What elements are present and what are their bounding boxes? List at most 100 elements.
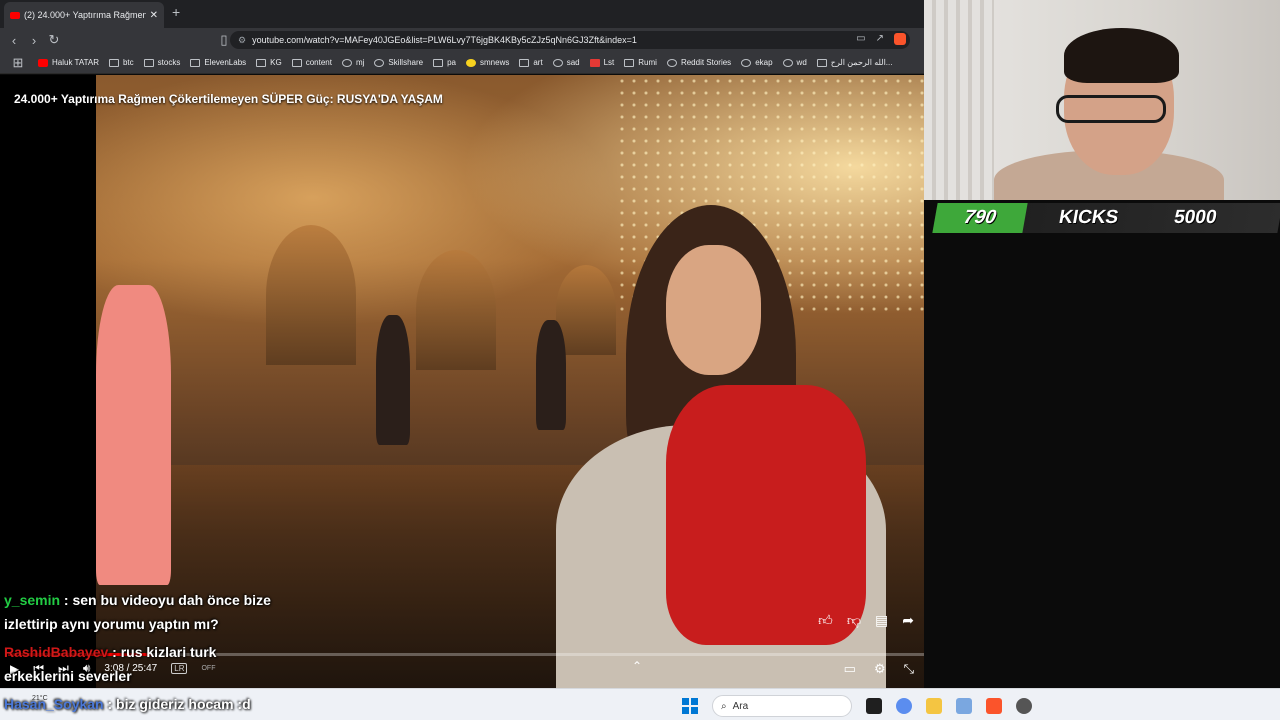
curtain xyxy=(924,0,994,200)
task-view-icon[interactable] xyxy=(866,698,882,714)
bookmark-item[interactable]: KG xyxy=(256,58,282,67)
bookmark-item[interactable]: Lst xyxy=(589,58,614,67)
overlay-side-panel xyxy=(1180,233,1280,688)
kicks-goal-bar: 790 KICKS 5000 xyxy=(932,203,1280,233)
chat-username: RashidBabayev xyxy=(4,644,109,660)
pedestrian xyxy=(376,315,410,445)
video-actions: 👍︎ 👎︎ ▤ ➦ xyxy=(818,612,914,629)
windows-start-icon[interactable] xyxy=(682,698,698,714)
site-info-icon[interactable]: ⚙ xyxy=(238,35,246,46)
apps-grid-icon[interactable]: ⊞ xyxy=(8,55,28,71)
youtube-icon xyxy=(10,11,20,19)
share-icon[interactable]: ➦ xyxy=(902,612,914,629)
elevenlabs-icon xyxy=(190,58,201,67)
chat-text: : sen bu videoyu dah önce bize xyxy=(60,592,271,608)
chat-text: : biz gideriz hocam :d xyxy=(103,696,251,712)
copilot-icon[interactable] xyxy=(896,698,912,714)
bookmark-item[interactable]: pa xyxy=(433,58,456,67)
s-logo-icon xyxy=(589,58,600,67)
shop-arch xyxy=(266,225,356,365)
chat-message: y_semin : sen bu videoyu dah önce bize xyxy=(4,592,271,608)
bookmark-item[interactable]: sad xyxy=(552,58,580,67)
new-tab-button[interactable]: + xyxy=(172,4,180,20)
chevron-up-icon[interactable]: ⌃ xyxy=(632,659,642,673)
brave-shield-icon[interactable] xyxy=(894,33,906,45)
github-icon xyxy=(341,58,352,67)
bookmark-item[interactable]: Skillshare xyxy=(374,58,423,67)
skillshare-icon xyxy=(374,58,385,67)
taskbar-search[interactable]: ⌕ Ara xyxy=(712,695,852,717)
browser-tabbar: (2) 24.000+ Yaptırıma Rağmen... ✕ + xyxy=(0,0,924,28)
dislike-icon[interactable]: 👎︎ xyxy=(847,612,861,629)
like-icon[interactable]: 👍︎ xyxy=(818,612,833,629)
captions-state: OFF xyxy=(201,665,216,672)
chat-message: Hasan_Soykan : biz gideriz hocam :d xyxy=(4,696,251,712)
address-bar[interactable]: ⚙ youtube.com/watch?v=MAFey40JGEo&list=P… xyxy=(230,31,910,49)
bookmark-item[interactable]: btc xyxy=(108,58,134,67)
address-bar-actions: ▭ ↗ xyxy=(856,33,906,45)
share-icon[interactable]: ↗ xyxy=(876,33,884,45)
folder-icon xyxy=(291,58,302,67)
search-icon: ⌕ xyxy=(721,700,727,712)
bookmark-item[interactable]: wd xyxy=(782,58,807,67)
bookmark-item[interactable]: art xyxy=(519,58,543,67)
bookmark-item[interactable]: stocks xyxy=(143,58,180,67)
pedestrian xyxy=(96,285,171,585)
screen: (2) 24.000+ Yaptırıma Rağmen... ✕ + ‹ › … xyxy=(0,0,1280,720)
folder-icon xyxy=(624,58,635,67)
chat-text: : rus kizlari turk xyxy=(108,644,217,660)
app-icon[interactable] xyxy=(1016,698,1032,714)
smiley-icon xyxy=(466,58,476,67)
reload-icon[interactable]: ↻ xyxy=(44,32,64,48)
browser-toolbar: ‹ › ↻ ▯ ⚙ youtube.com/watch?v=MAFey40JGE… xyxy=(0,28,924,52)
browser-tab[interactable]: (2) 24.000+ Yaptırıma Rağmen... ✕ xyxy=(4,2,164,28)
kicks-count: 790 xyxy=(932,203,1028,233)
settings-gear-icon[interactable]: ⚙ xyxy=(874,661,886,677)
ekap-icon xyxy=(741,58,752,67)
folder-icon xyxy=(108,58,119,67)
chat-text: erkeklerini severler xyxy=(4,668,132,684)
bookmark-item[interactable]: الله الرحمن الرح... xyxy=(816,58,892,67)
reddit-icon xyxy=(666,58,677,67)
bookmark-item[interactable]: smnews xyxy=(466,58,509,67)
back-icon[interactable]: ‹ xyxy=(4,33,24,48)
shop-arch xyxy=(416,250,496,370)
wd-icon xyxy=(782,58,793,67)
bookmark-item[interactable]: ekap xyxy=(741,58,773,67)
cast-icon[interactable]: ▭ xyxy=(856,33,865,45)
file-explorer-icon[interactable] xyxy=(926,698,942,714)
url-text: youtube.com/watch?v=MAFey40JGEo&list=PLW… xyxy=(252,35,637,45)
chat-message: erkeklerini severler xyxy=(4,668,132,684)
exit-fullscreen-icon[interactable]: ⤡ xyxy=(904,661,914,677)
bookmarks-bar: ⊞ Haluk TATAR btc stocks ElevenLabs KG c… xyxy=(0,52,924,74)
youtube-icon xyxy=(38,58,48,67)
search-placeholder: Ara xyxy=(732,700,749,712)
bookmark-item[interactable]: mj xyxy=(341,58,364,67)
brave-browser-icon[interactable] xyxy=(986,698,1002,714)
taskbar-apps: ⌕ Ara xyxy=(682,695,1032,717)
comments-icon[interactable]: ▤ xyxy=(875,612,888,629)
folder-icon xyxy=(519,58,530,67)
kicks-goal: 5000 xyxy=(1172,207,1219,228)
quill-icon xyxy=(552,58,563,67)
snipping-tool-icon[interactable] xyxy=(956,698,972,714)
right-controls: ▭ ⚙ ⤡ xyxy=(844,661,914,677)
bookmark-item[interactable]: content xyxy=(291,58,332,67)
bookmark-item[interactable]: ElevenLabs xyxy=(190,58,246,67)
folder-icon xyxy=(256,58,267,67)
forward-icon[interactable]: › xyxy=(24,33,44,48)
webcam-feed xyxy=(924,0,1280,200)
captions-icon[interactable]: LR xyxy=(171,663,188,674)
chat-username: y_semin xyxy=(4,592,61,608)
chat-username: Hasan_Soykan xyxy=(4,696,104,712)
kicks-label: KICKS xyxy=(1057,207,1121,228)
subtitles-icon[interactable]: ▭ xyxy=(844,661,856,677)
video-title[interactable]: 24.000+ Yaptırıma Rağmen Çökertilemeyen … xyxy=(14,92,443,106)
chat-message: izlettirip aynı yorumu yaptın mı? xyxy=(4,616,219,632)
chat-text: izlettirip aynı yorumu yaptın mı? xyxy=(4,616,219,632)
bookmark-item[interactable]: Reddit Stories xyxy=(666,58,731,67)
chat-message: RashidBabayev : rus kizlari turk xyxy=(4,644,216,660)
bookmark-item[interactable]: Haluk TATAR xyxy=(38,58,99,67)
close-tab-icon[interactable]: ✕ xyxy=(150,10,158,21)
bookmark-item[interactable]: Rumi xyxy=(624,58,657,67)
